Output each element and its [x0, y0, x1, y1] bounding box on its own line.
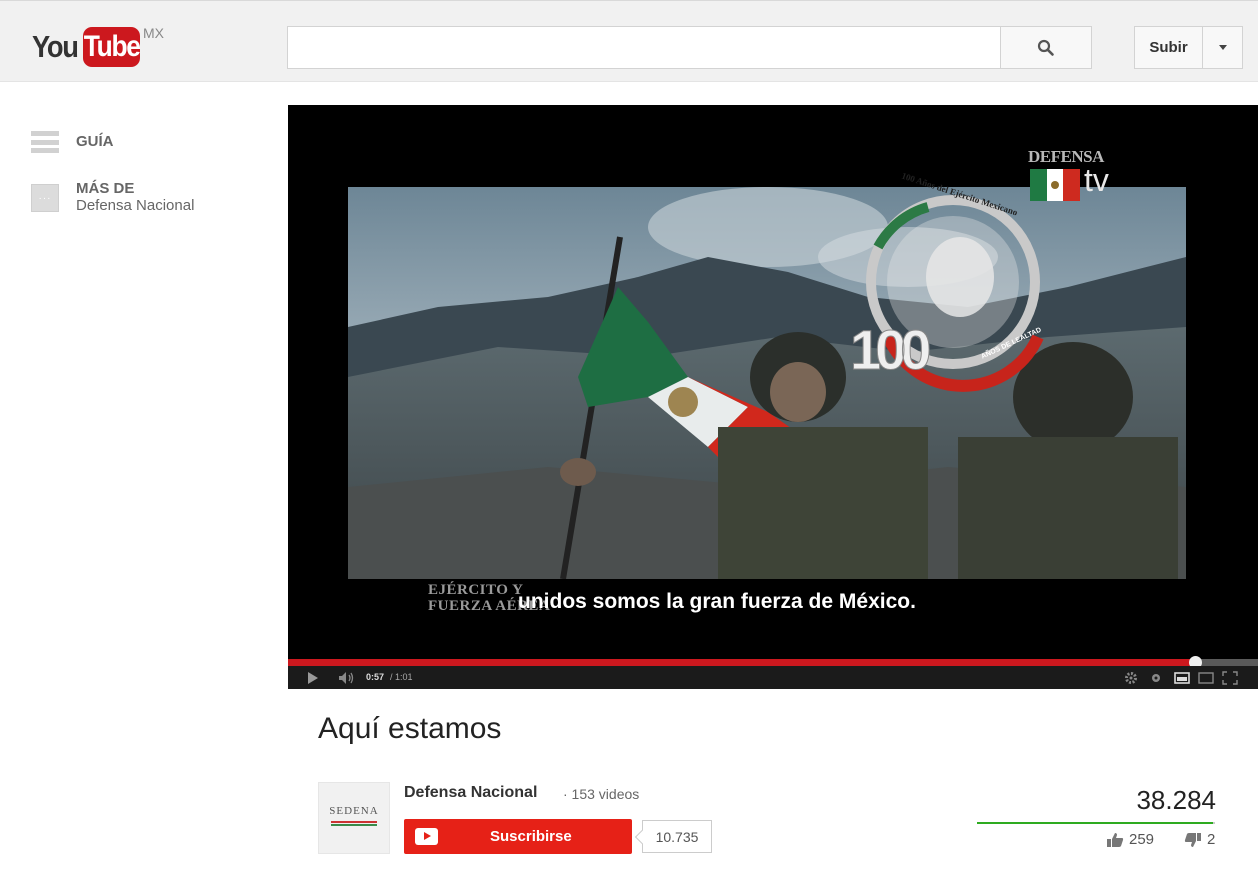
logo-you-text: You: [32, 29, 79, 64]
guide-more-channel: Defensa Nacional: [76, 197, 195, 214]
dislike-count: 2: [1207, 831, 1216, 848]
time-current: 0:57: [366, 672, 385, 682]
channel-avatar[interactable]: SEDENA: [318, 782, 390, 854]
upload-menu-button[interactable]: [1203, 26, 1243, 69]
avatar-red-line: [331, 821, 377, 823]
progress-fill: [288, 659, 1195, 666]
avatar-green-line: [331, 824, 377, 826]
subtitle-caption: unidos somos la gran fuerza de México.: [518, 590, 916, 613]
guide-label: GUÍA: [76, 133, 114, 150]
upload-button[interactable]: Subir: [1134, 26, 1203, 69]
search-icon: [1037, 39, 1054, 56]
guide-more-label: MÁS DE: [76, 180, 135, 197]
thumbs-down-icon: [1184, 832, 1201, 847]
annotations-icon[interactable]: [1150, 672, 1162, 684]
guide-menu-item[interactable]: GUÍA: [31, 131, 114, 153]
channel-name-link[interactable]: Defensa Nacional: [404, 784, 537, 802]
video-player[interactable]: 100 Años del Ejército Mexicano 100 AÑOS …: [288, 105, 1258, 689]
thumbs-up-icon: [1107, 832, 1124, 847]
search-input[interactable]: [287, 26, 1000, 69]
youtube-logo[interactable]: You Tube MX: [32, 25, 164, 67]
channel-video-count: · 153 videos: [563, 786, 640, 802]
channel-avatar-text: SEDENA: [329, 805, 379, 817]
progress-bar[interactable]: [288, 656, 1258, 669]
subscribe-button[interactable]: Suscribirse: [404, 819, 632, 854]
volume-icon[interactable]: [338, 671, 356, 685]
large-player-icon[interactable]: [1198, 672, 1214, 684]
settings-gear-icon[interactable]: [1124, 671, 1138, 685]
like-ratio-fill: [977, 822, 1213, 824]
logo-country-code: MX: [143, 25, 164, 41]
logo-tube-box: Tube: [83, 27, 141, 67]
subscribe-label: Suscribirse: [490, 828, 572, 845]
video-title: Aquí estamos: [318, 712, 502, 745]
masthead: You Tube MX Subir: [0, 0, 1258, 82]
youtube-play-icon: [415, 828, 438, 845]
player-controls: 0:57 / 1:01: [288, 666, 1258, 689]
more-icon: ···: [31, 184, 59, 212]
like-count: 259: [1129, 831, 1155, 848]
fullscreen-icon[interactable]: [1222, 671, 1238, 685]
chevron-down-icon: [1218, 45, 1227, 50]
like-ratio-bar: [977, 822, 1215, 824]
view-count: 38.284: [1136, 785, 1216, 815]
hamburger-icon: [31, 131, 59, 153]
defensa-tv-watermark: DEFENSA tv: [1028, 147, 1128, 207]
guide-more-item[interactable]: ··· MÁS DE Defensa Nacional: [31, 180, 194, 214]
like-button[interactable]: 259: [1106, 831, 1154, 848]
logo-tube-text: Tube: [83, 30, 141, 63]
video-frame[interactable]: [348, 187, 1186, 579]
small-player-icon[interactable]: [1174, 672, 1190, 684]
subscriber-count: 10.735: [642, 820, 712, 853]
tv-label: tv: [1084, 162, 1109, 198]
badge-number: 100: [849, 318, 931, 382]
mexico-flag-icon: [1030, 169, 1080, 201]
time-total: / 1:01: [390, 672, 413, 682]
play-icon[interactable]: [306, 671, 320, 685]
dislike-button[interactable]: 2: [1184, 831, 1215, 848]
search-button[interactable]: [1000, 26, 1092, 69]
